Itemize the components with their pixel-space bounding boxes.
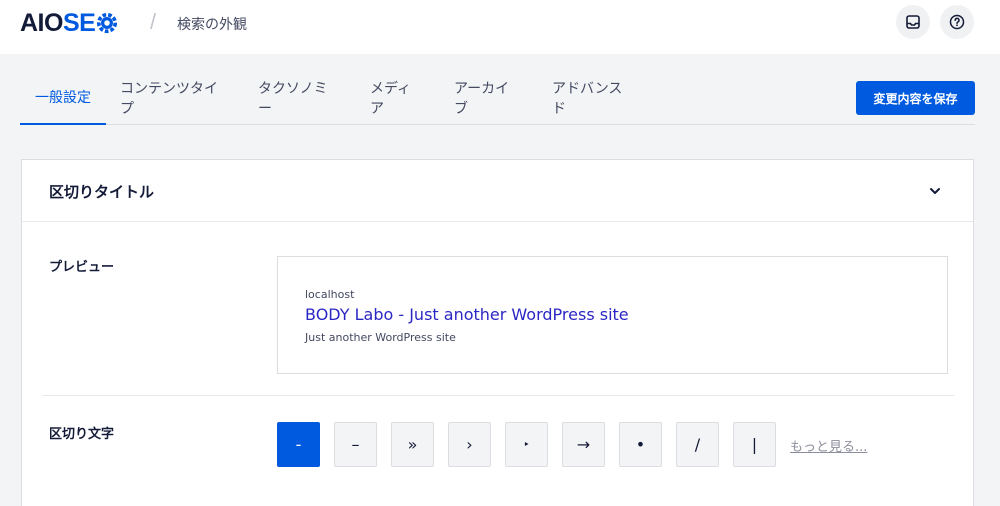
- search-preview: localhost BODY Labo - Just another WordP…: [277, 256, 948, 374]
- card-header[interactable]: 区切りタイトル: [22, 160, 973, 222]
- logo-text-seo: SE: [62, 8, 96, 37]
- tab-advanced[interactable]: アドバンスド: [552, 70, 634, 125]
- divider: [42, 395, 954, 396]
- help-button[interactable]: [940, 5, 974, 39]
- separator-option-arrow[interactable]: →: [562, 422, 605, 467]
- help-icon: [949, 14, 965, 30]
- card-title: 区切りタイトル: [49, 183, 155, 201]
- tab-general[interactable]: 一般設定: [20, 70, 106, 125]
- show-more-link[interactable]: もっと見る...: [790, 436, 867, 455]
- preview-label: プレビュー: [49, 260, 115, 275]
- aioseo-logo[interactable]: AIO SE: [20, 8, 118, 38]
- title-separator-card: 区切りタイトル プレビュー localhost BODY Labo - Just…: [21, 159, 974, 506]
- separator-option-triangle[interactable]: ‣: [505, 422, 548, 467]
- gear-icon: [97, 12, 118, 34]
- tab-archives[interactable]: アーカイブ: [454, 70, 522, 125]
- logo-text-aio: AIO: [20, 8, 63, 37]
- tab-taxonomies[interactable]: タクソノミー: [258, 70, 340, 125]
- separator-option-en-dash[interactable]: –: [334, 422, 377, 467]
- separator-option-bullet[interactable]: •: [619, 422, 662, 467]
- notifications-button[interactable]: [896, 5, 930, 39]
- settings-tabs: 一般設定 コンテンツタイプ タクソノミー メディア アーカイブ アドバンスド: [20, 70, 975, 125]
- chevron-down-icon[interactable]: [928, 184, 942, 198]
- preview-description: Just another WordPress site: [305, 331, 456, 344]
- tab-media[interactable]: メディア: [370, 70, 424, 125]
- page-title: 検索の外観: [177, 17, 247, 33]
- separator-option-rsaquo[interactable]: ›: [448, 422, 491, 467]
- separator-option-pipe[interactable]: |: [733, 422, 776, 467]
- tab-content-types[interactable]: コンテンツタイプ: [120, 70, 228, 125]
- preview-title: BODY Labo - Just another WordPress site: [305, 305, 629, 324]
- separator-label: 区切り文字: [49, 427, 115, 442]
- inbox-icon: [906, 15, 920, 29]
- top-header: AIO SE / 検索の外観: [0, 0, 1000, 54]
- save-changes-button[interactable]: 変更内容を保存: [856, 81, 975, 115]
- separator-option-raquo[interactable]: »: [391, 422, 434, 467]
- separator-option-slash[interactable]: /: [676, 422, 719, 467]
- preview-url: localhost: [305, 288, 355, 301]
- breadcrumb-separator: /: [150, 9, 157, 34]
- separator-option-hyphen[interactable]: -: [277, 422, 320, 467]
